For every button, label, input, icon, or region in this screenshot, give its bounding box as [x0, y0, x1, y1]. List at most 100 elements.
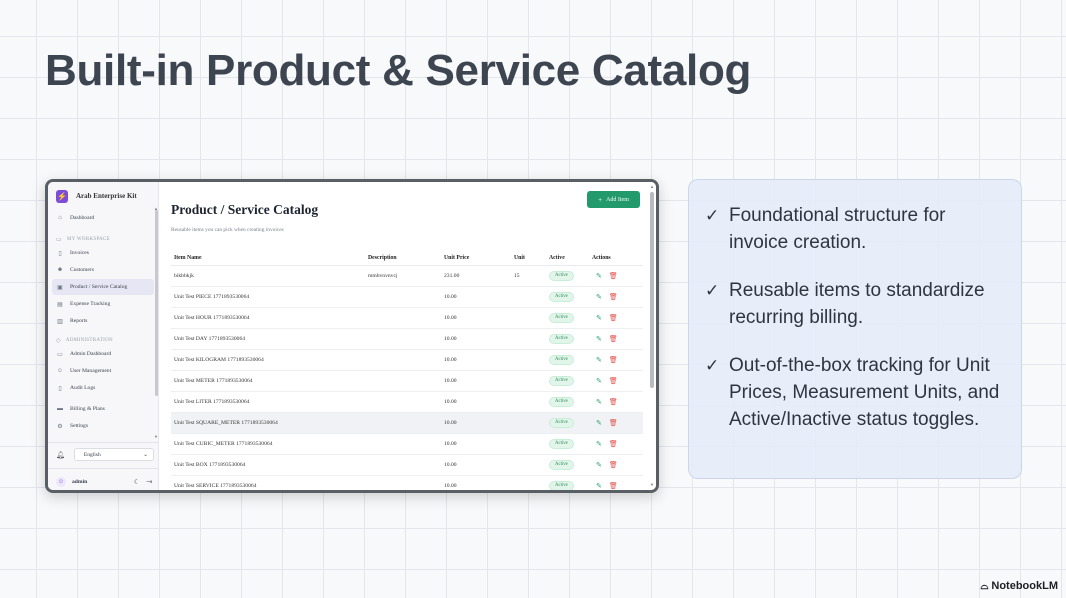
sidebar-item-admin-dashboard[interactable]: ▭ Admin Dashboard — [52, 346, 154, 362]
table-row[interactable]: Unit Test BOX 1771893530064 10.00 Active ✎ 🗑… — [171, 454, 643, 476]
feature-text: Out-of-the-box tracking for Unit Prices,… — [729, 355, 1000, 430]
edit-icon[interactable]: ✎ — [596, 377, 602, 385]
edit-icon[interactable]: ✎ — [596, 419, 602, 427]
column-header[interactable]: Active — [549, 251, 592, 266]
scroll-down-icon[interactable]: ▼ — [650, 482, 654, 487]
edit-icon[interactable]: ✎ — [596, 314, 602, 322]
status-badge[interactable]: Active — [549, 375, 574, 386]
item-name-cell: Unit Test SQUARE_METER 1771893530064 — [171, 412, 368, 434]
table-row[interactable]: Unit Test SERVICE 1771893530064 10.00 Acti… — [171, 475, 643, 490]
unit-price-cell: 10.00 — [444, 349, 514, 371]
trash-icon[interactable]: 🗑︎ — [609, 335, 618, 343]
table-row[interactable]: Unit Test LITER 1771893530064 10.00 Active… — [171, 391, 643, 413]
sidebar-item-customers[interactable]: ☻ Customers — [52, 262, 154, 278]
edit-icon[interactable]: ✎ — [596, 335, 602, 343]
edit-icon[interactable]: ✎ — [596, 356, 602, 364]
status-badge[interactable]: Active — [549, 291, 574, 302]
unit-cell — [514, 370, 549, 392]
table-row[interactable]: Unit Test PIECE 1771893530064 10.00 Active… — [171, 286, 643, 308]
trash-icon[interactable]: 🗑︎ — [609, 440, 618, 448]
sidebar-item-expense-tracking[interactable]: ▤ Expense Tracking — [52, 296, 154, 312]
active-cell: Active — [549, 307, 592, 329]
logout-icon[interactable]: ⇥ — [146, 478, 152, 486]
status-badge[interactable]: Active — [549, 480, 574, 490]
table-row[interactable]: Unit Test KILOGRAM 1771893530064 10.00 Act… — [171, 349, 643, 371]
status-badge[interactable]: Active — [549, 459, 574, 470]
moon-icon[interactable]: ☾ — [134, 478, 140, 486]
brand[interactable]: ⚡ Arab Enterprise Kit — [48, 182, 158, 210]
check-icon: ✓ — [705, 281, 720, 300]
sidebar-scrollbar[interactable] — [155, 210, 158, 396]
status-badge[interactable]: Active — [549, 333, 574, 344]
sidebar-item-catalog[interactable]: ▣ Product / Service Catalog — [52, 279, 154, 295]
avatar[interactable]: ☺ — [56, 477, 66, 487]
trash-icon[interactable]: 🗑︎ — [609, 461, 618, 469]
add-item-button[interactable]: + Add Item — [587, 191, 640, 208]
actions-cell: ✎ 🗑︎ — [592, 454, 643, 476]
page-title: Product / Service Catalog — [171, 202, 319, 217]
column-header[interactable]: Unit — [514, 251, 549, 266]
scroll-down-icon[interactable]: ▼ — [154, 434, 158, 439]
description-cell — [368, 412, 444, 434]
sidebar-item-invoices[interactable]: ▯ Invoices — [52, 245, 154, 261]
description-cell — [368, 328, 444, 350]
active-cell: Active — [549, 265, 592, 287]
main-scrollbar[interactable] — [650, 192, 654, 388]
status-badge[interactable]: Active — [549, 312, 574, 323]
trash-icon[interactable]: 🗑︎ — [609, 419, 618, 427]
receipt-icon: ▤ — [57, 301, 63, 308]
trash-icon[interactable]: 🗑︎ — [609, 398, 618, 406]
edit-icon[interactable]: ✎ — [596, 461, 602, 469]
active-cell: Active — [549, 475, 592, 490]
item-name-cell: Unit Test KILOGRAM 1771893530064 — [171, 349, 368, 371]
edit-icon[interactable]: ✎ — [596, 293, 602, 301]
column-header[interactable]: Unit Price — [444, 251, 514, 266]
bell-icon[interactable]: 🔔︎ — [56, 451, 65, 459]
feature-text: Reusable items to standardize recurring … — [729, 280, 985, 328]
actions-cell: ✎ 🗑︎ — [592, 349, 643, 371]
sidebar-item-audit-logs[interactable]: ▯ Audit Logs — [52, 380, 154, 396]
item-name-cell: Unit Test SERVICE 1771893530064 — [171, 475, 368, 490]
table-row[interactable]: bikbbkjk mmbvnvnvcj 231.00 15 Active ✎ 🗑︎ — [171, 265, 643, 287]
trash-icon[interactable]: 🗑︎ — [609, 272, 618, 280]
edit-icon[interactable]: ✎ — [596, 440, 602, 448]
trash-icon[interactable]: 🗑︎ — [609, 314, 618, 322]
unit-cell — [514, 475, 549, 490]
status-badge[interactable]: Active — [549, 396, 574, 407]
table-row[interactable]: Unit Test HOUR 1771893530064 10.00 Active ✎… — [171, 307, 643, 329]
status-badge[interactable]: Active — [549, 270, 574, 281]
column-header[interactable]: Item Name — [171, 251, 368, 266]
sidebar-item-dashboard[interactable]: ⌂ Dashboard — [52, 210, 154, 226]
table-row[interactable]: Unit Test DAY 1771893530064 10.00 Active ✎ 🗑… — [171, 328, 643, 350]
gear-icon: ⚙ — [57, 423, 63, 430]
trash-icon[interactable]: 🗑︎ — [609, 293, 618, 301]
status-badge[interactable]: Active — [549, 354, 574, 365]
edit-icon[interactable]: ✎ — [596, 482, 602, 490]
column-header[interactable]: Description — [368, 251, 444, 266]
status-badge[interactable]: Active — [549, 417, 574, 428]
notebooklm-logo-icon: ⌓ — [980, 580, 989, 592]
trash-icon[interactable]: 🗑︎ — [609, 482, 618, 490]
user-row: ☺ admin ☾ ⇥ — [56, 477, 152, 487]
status-badge[interactable]: Active — [549, 438, 574, 449]
app-screenshot: ⚡ Arab Enterprise Kit ⌂ Dashboard ▭ MY W… — [45, 179, 659, 493]
sidebar-item-user-management[interactable]: ☺ User Management — [52, 363, 154, 379]
edit-icon[interactable]: ✎ — [596, 398, 602, 406]
table-row[interactable]: Unit Test CUBIC_METER 1771893530064 10.00… — [171, 433, 643, 455]
table-row[interactable]: Unit Test SQUARE_METER 1771893530064 10.0… — [171, 412, 643, 434]
scroll-up-icon[interactable]: ▲ — [650, 184, 654, 189]
sidebar-item-settings[interactable]: ⚙ Settings — [52, 418, 154, 434]
trash-icon[interactable]: 🗑︎ — [609, 377, 618, 385]
language-select[interactable]: English ⌄ — [73, 448, 154, 461]
active-cell: Active — [549, 412, 592, 434]
sidebar-item-reports[interactable]: ▥ Reports — [52, 313, 154, 329]
sidebar-item-label: Admin Dashboard — [70, 351, 112, 357]
table-row[interactable]: Unit Test METER 1771893530064 10.00 Active… — [171, 370, 643, 392]
trash-icon[interactable]: 🗑︎ — [609, 356, 618, 364]
scroll-up-icon[interactable]: ▲ — [154, 206, 158, 211]
edit-icon[interactable]: ✎ — [596, 272, 602, 280]
sidebar-section-workspace: ▭ MY WORKSPACE — [48, 233, 158, 245]
item-name-cell: Unit Test LITER 1771893530064 — [171, 391, 368, 413]
sidebar-item-billing[interactable]: ▬ Billing & Plans — [52, 401, 154, 417]
actions-cell: ✎ 🗑︎ — [592, 391, 643, 413]
